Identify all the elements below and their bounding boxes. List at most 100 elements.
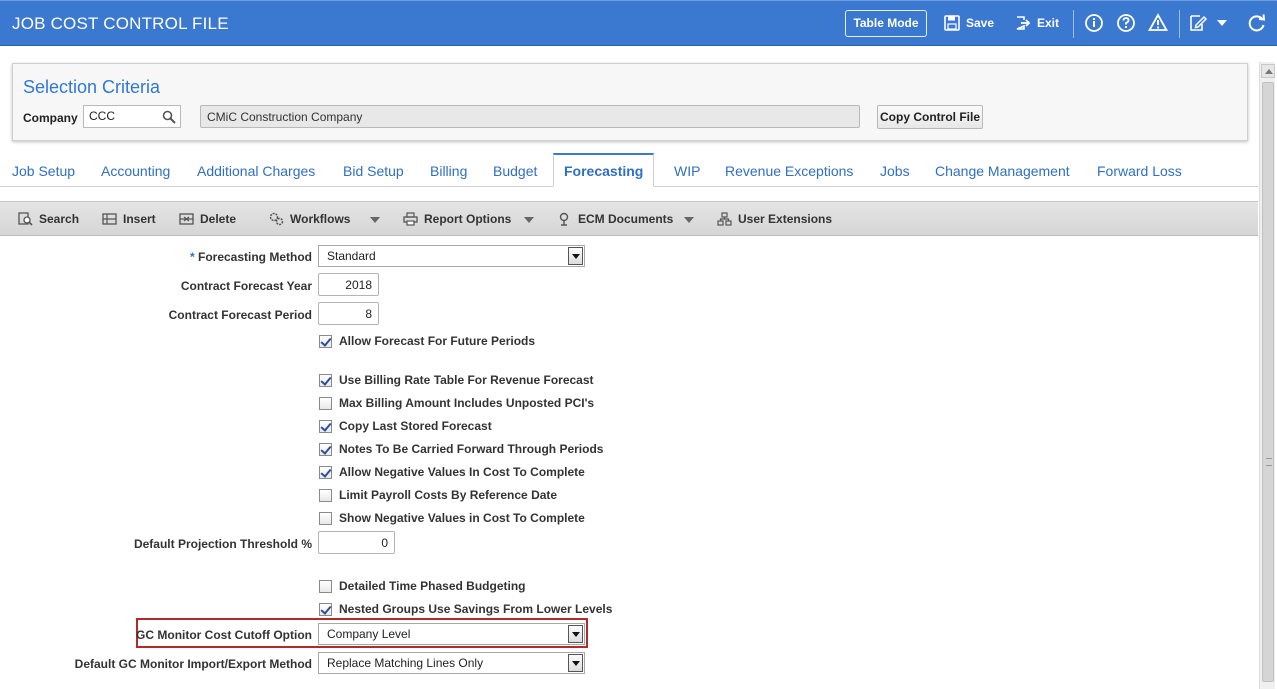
tab-budget[interactable]: Budget — [493, 163, 537, 179]
chevron-down-icon[interactable] — [568, 654, 583, 672]
user-extensions-label: User Extensions — [738, 212, 833, 226]
company-input[interactable]: CCC — [83, 105, 181, 128]
checkbox-max-billing-amount[interactable]: Max Billing Amount Includes Unposted PCI… — [319, 396, 594, 410]
gc-cutoff-select[interactable]: Company Level — [318, 623, 585, 645]
exit-icon — [1016, 16, 1031, 30]
search-button[interactable]: Search — [18, 212, 79, 226]
exit-label: Exit — [1037, 16, 1060, 30]
checkbox[interactable] — [319, 373, 332, 387]
chevron-down-icon[interactable] — [568, 247, 583, 265]
exit-button[interactable]: Exit — [1015, 15, 1059, 31]
delete-button[interactable]: Delete — [179, 212, 236, 226]
tab-change-management[interactable]: Change Management — [935, 163, 1070, 179]
delete-row-icon — [179, 213, 194, 225]
report-options-label: Report Options — [424, 212, 512, 226]
scrollbar-thumb[interactable] — [1262, 82, 1274, 682]
checkbox-detailed-time-phased-budgeting[interactable]: Detailed Time Phased Budgeting — [319, 579, 525, 593]
checkbox[interactable] — [319, 602, 332, 616]
workflows-button[interactable]: Workflows — [269, 212, 350, 226]
checkbox[interactable] — [319, 442, 332, 456]
checkbox-limit-payroll-costs[interactable]: Limit Payroll Costs By Reference Date — [319, 488, 557, 502]
tab-bid-setup[interactable]: Bid Setup — [343, 163, 404, 179]
toolbar-divider — [1179, 10, 1180, 38]
ecm-documents-icon — [559, 212, 569, 226]
checkbox[interactable] — [319, 579, 332, 593]
checkbox-label: Limit Payroll Costs By Reference Date — [339, 488, 558, 502]
copy-control-file-button[interactable]: Copy Control File — [877, 105, 983, 129]
tab-forecasting[interactable]: Forecasting — [553, 153, 655, 187]
checkbox-nested-groups-savings[interactable]: Nested Groups Use Savings From Lower Lev… — [319, 602, 612, 616]
required-marker: * — [189, 250, 195, 264]
tab-bar: Job Setup Accounting Additional Charges … — [0, 153, 1258, 187]
checkbox-label: Notes To Be Carried Forward Through Peri… — [339, 442, 604, 456]
tab-job-setup[interactable]: Job Setup — [12, 163, 75, 179]
contract-forecast-year-input[interactable]: 2018 — [318, 273, 379, 296]
report-options-dropdown-icon[interactable] — [524, 217, 534, 223]
ecm-documents-dropdown-icon[interactable] — [684, 217, 694, 223]
grip-icon — [1266, 458, 1272, 466]
checkbox-label: Detailed Time Phased Budgeting — [339, 579, 526, 593]
table-mode-button[interactable]: Table Mode — [845, 10, 927, 37]
scroll-up-icon[interactable] — [1261, 64, 1275, 78]
ecm-documents-label: ECM Documents — [578, 212, 674, 226]
insert-button[interactable]: Insert — [102, 212, 156, 226]
vertical-scrollbar[interactable] — [1259, 62, 1275, 689]
user-extensions-button[interactable]: User Extensions — [717, 212, 832, 226]
tab-revenue-exceptions[interactable]: Revenue Exceptions — [725, 163, 853, 179]
checkbox[interactable] — [319, 334, 332, 348]
tab-wip[interactable]: WIP — [674, 163, 700, 179]
help-icon[interactable] — [1116, 13, 1136, 33]
tab-jobs[interactable]: Jobs — [880, 163, 910, 179]
report-options-button[interactable]: Report Options — [403, 212, 511, 226]
gc-import-export-label: Default GC Monitor Import/Export Method — [74, 657, 312, 671]
insert-label: Insert — [123, 212, 156, 226]
printer-icon — [403, 212, 418, 226]
search-icon[interactable] — [162, 110, 176, 124]
checkbox[interactable] — [319, 465, 332, 479]
refresh-icon[interactable] — [1247, 13, 1267, 33]
tab-accounting[interactable]: Accounting — [101, 163, 170, 179]
checkbox-label: Max Billing Amount Includes Unposted PCI… — [339, 396, 595, 410]
checkbox-allow-negative-values[interactable]: Allow Negative Values In Cost To Complet… — [319, 465, 585, 479]
checkbox[interactable] — [319, 511, 332, 525]
info-icon[interactable] — [1084, 13, 1104, 33]
title-bar: JOB COST CONTROL FILE Table Mode Save Ex… — [0, 0, 1277, 46]
checkbox[interactable] — [319, 396, 332, 410]
chevron-down-icon[interactable] — [1216, 17, 1228, 29]
save-button[interactable]: Save — [944, 15, 994, 31]
checkbox-label: Nested Groups Use Savings From Lower Lev… — [339, 602, 613, 616]
delete-label: Delete — [200, 212, 237, 226]
checkbox-show-negative-values[interactable]: Show Negative Values in Cost To Complete — [319, 511, 585, 525]
contract-forecast-period-input[interactable]: 8 — [318, 302, 379, 325]
workflows-dropdown-icon[interactable] — [370, 217, 380, 223]
company-label: Company — [23, 111, 78, 125]
checkbox-use-billing-rate-table[interactable]: Use Billing Rate Table For Revenue Forec… — [319, 373, 594, 387]
search-label: Search — [39, 212, 80, 226]
checkbox-label: Allow Negative Values In Cost To Complet… — [339, 465, 585, 479]
warning-icon[interactable] — [1148, 13, 1168, 33]
tab-forward-loss[interactable]: Forward Loss — [1097, 163, 1182, 179]
tab-additional-charges[interactable]: Additional Charges — [197, 163, 315, 179]
search-icon — [18, 212, 33, 226]
checkbox[interactable] — [319, 419, 332, 433]
workflows-label: Workflows — [290, 212, 351, 226]
edit-icon[interactable] — [1188, 13, 1208, 33]
checkbox-allow-forecast-future-periods[interactable]: Allow Forecast For Future Periods — [319, 334, 535, 348]
forecasting-method-select[interactable]: Standard — [318, 245, 585, 267]
ecm-documents-button[interactable]: ECM Documents — [557, 212, 673, 226]
page-title: JOB COST CONTROL FILE — [12, 14, 229, 33]
projection-threshold-input[interactable]: 0 — [318, 531, 395, 554]
save-label: Save — [966, 16, 995, 30]
selection-criteria-panel: Selection Criteria Company CCC CMiC Cons… — [12, 63, 1248, 141]
checkbox-notes-carried-forward[interactable]: Notes To Be Carried Forward Through Peri… — [319, 442, 603, 456]
checkbox-copy-last-stored-forecast[interactable]: Copy Last Stored Forecast — [319, 419, 492, 433]
company-value: CCC — [89, 109, 115, 123]
forecasting-form: * Forecasting Method Standard Contract F… — [0, 237, 1258, 689]
action-toolbar: Search Insert Delete Workflows Report Op… — [0, 201, 1258, 236]
tab-billing[interactable]: Billing — [430, 163, 467, 179]
gc-import-export-select[interactable]: Replace Matching Lines Only — [318, 652, 585, 674]
chevron-down-icon[interactable] — [568, 625, 583, 643]
checkbox[interactable] — [319, 488, 332, 502]
gc-cutoff-label: GC Monitor Cost Cutoff Option — [136, 628, 312, 642]
checkbox-label: Copy Last Stored Forecast — [339, 419, 492, 433]
